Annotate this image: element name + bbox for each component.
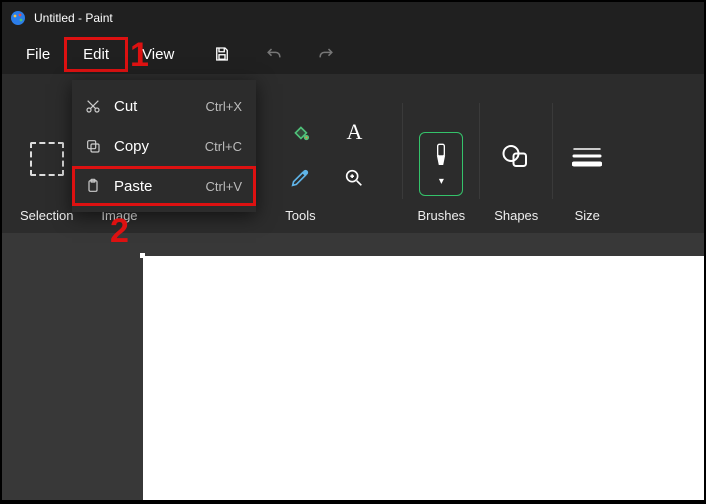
color-picker-tool[interactable]: [276, 156, 324, 200]
group-selection[interactable]: Selection: [20, 132, 73, 223]
menu-paste[interactable]: Paste Ctrl+V: [72, 166, 256, 206]
shapes-icon: [496, 136, 536, 176]
paint-window: Untitled - Paint File Edit View: [2, 2, 704, 500]
brushes-label: Brushes: [417, 208, 465, 223]
cut-shortcut: Ctrl+X: [206, 99, 242, 114]
menu-copy[interactable]: Copy Ctrl+C: [72, 126, 256, 166]
copy-label: Copy: [114, 138, 149, 155]
undo-button[interactable]: [260, 40, 288, 68]
separator: [479, 103, 480, 199]
quick-access-toolbar: [208, 40, 340, 68]
group-brushes[interactable]: ▾ Brushes: [417, 132, 465, 223]
size-label: Size: [575, 208, 600, 223]
chevron-down-icon: ▾: [439, 176, 444, 187]
paste-label: Paste: [114, 178, 152, 195]
fill-tool[interactable]: [276, 110, 324, 154]
copy-icon: [84, 138, 102, 154]
copy-shortcut: Ctrl+C: [205, 139, 242, 154]
window-title: Untitled - Paint: [34, 11, 113, 25]
selection-label: Selection: [20, 208, 73, 223]
cut-icon: [84, 98, 102, 114]
group-size[interactable]: Size: [567, 126, 607, 223]
annotation-2: 2: [110, 212, 129, 251]
separator: [402, 103, 403, 199]
menu-cut[interactable]: Cut Ctrl+X: [72, 86, 256, 126]
canvas-area: [2, 233, 704, 500]
redo-button[interactable]: [312, 40, 340, 68]
text-tool[interactable]: A: [330, 110, 378, 154]
annotation-1: 1: [130, 36, 149, 75]
tools-label: Tools: [285, 208, 315, 223]
canvas-handle[interactable]: [140, 253, 145, 258]
edit-dropdown: Cut Ctrl+X Copy Ctrl+C Paste Ctrl+V: [72, 80, 256, 212]
selection-icon: [30, 142, 64, 176]
paste-icon: [84, 178, 102, 194]
magnifier-tool[interactable]: [330, 156, 378, 200]
paint-app-icon: [10, 10, 26, 26]
save-button[interactable]: [208, 40, 236, 68]
group-shapes[interactable]: Shapes: [494, 126, 538, 223]
menu-file[interactable]: File: [12, 38, 64, 71]
size-icon: [567, 136, 607, 176]
menu-edit[interactable]: Edit: [64, 37, 128, 72]
titlebar: Untitled - Paint: [2, 2, 704, 34]
separator: [552, 103, 553, 199]
shapes-label: Shapes: [494, 208, 538, 223]
cut-label: Cut: [114, 98, 137, 115]
paste-shortcut: Ctrl+V: [206, 179, 242, 194]
canvas[interactable]: [143, 256, 704, 500]
brush-picker[interactable]: ▾: [419, 132, 463, 196]
menubar: File Edit View: [2, 34, 704, 74]
